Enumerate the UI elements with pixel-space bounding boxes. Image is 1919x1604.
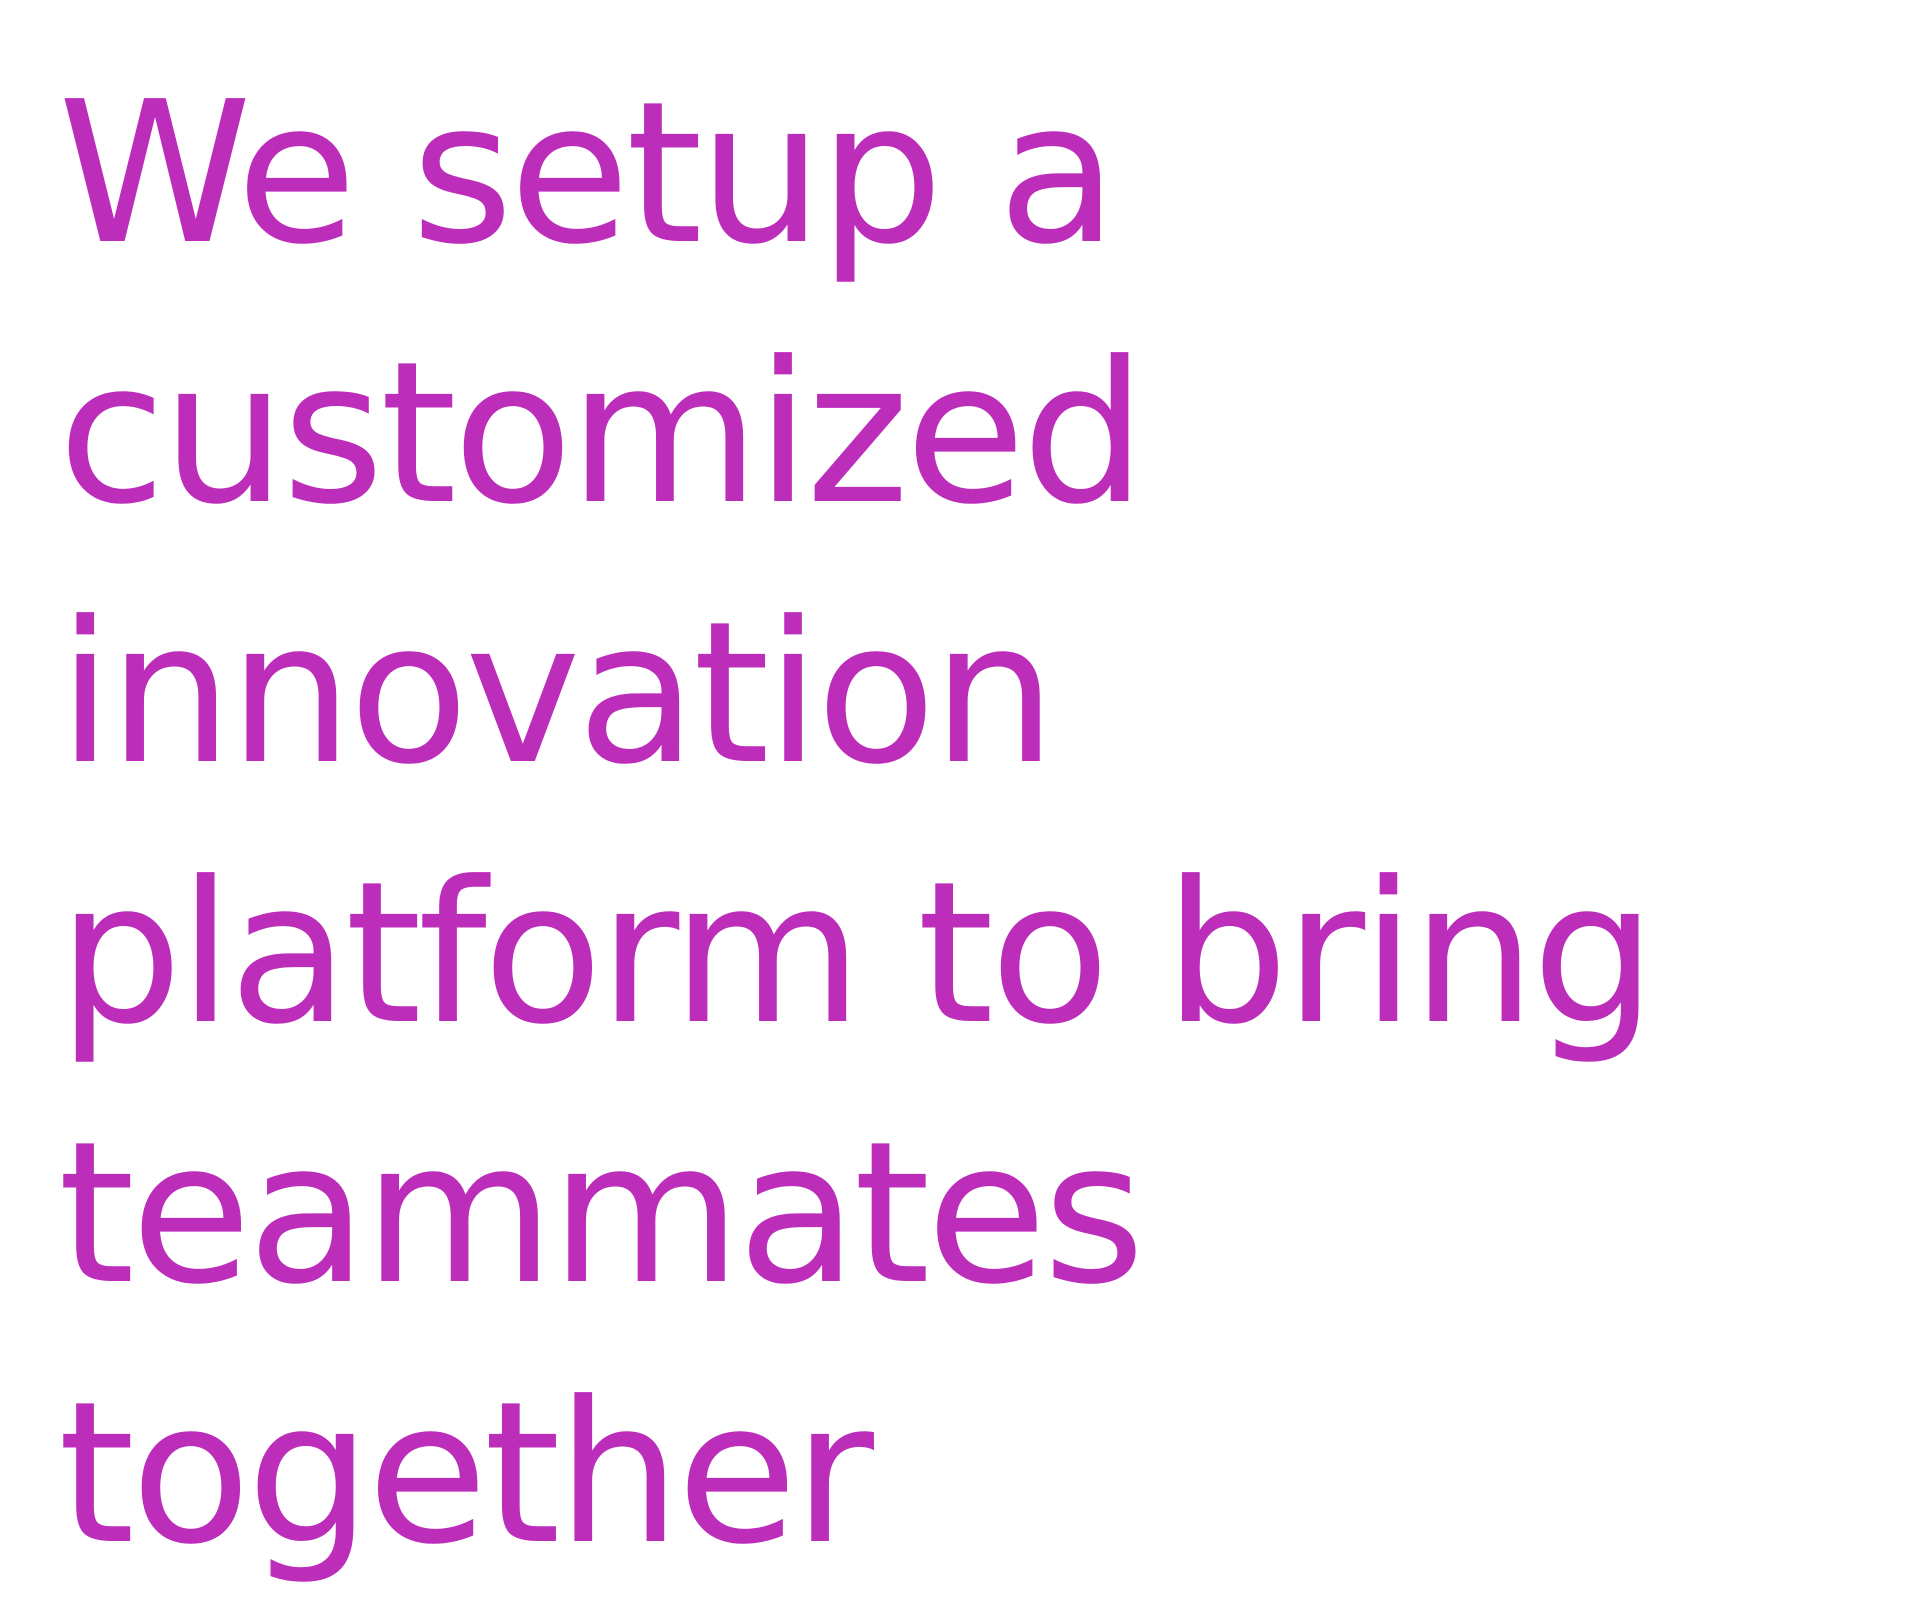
headline-line-1: We setup a	[58, 60, 1118, 288]
headline-line-3: innovation	[58, 580, 1056, 808]
headline: We setup a customized innovation platfor…	[58, 44, 1656, 1604]
headline-line-6: together	[58, 1360, 874, 1588]
headline-line-2: customized	[58, 320, 1146, 548]
headline-line-5: teammates	[58, 1100, 1145, 1328]
headline-line-4: platform to bring	[58, 840, 1656, 1068]
